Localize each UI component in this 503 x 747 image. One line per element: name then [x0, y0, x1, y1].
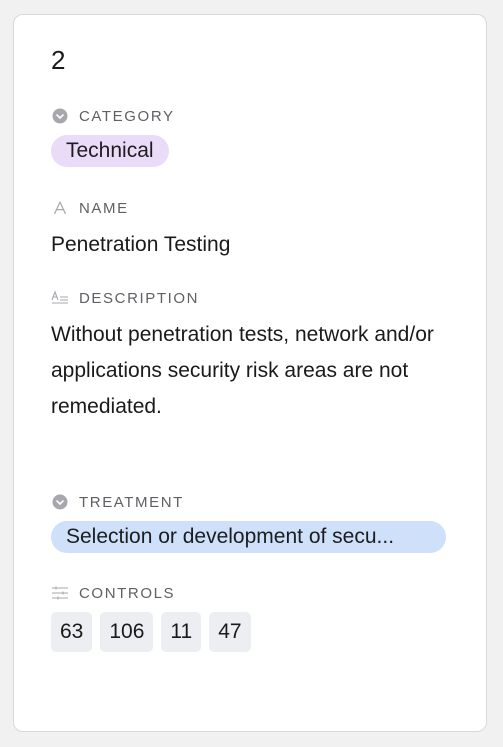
control-chip[interactable]: 106 [100, 612, 154, 652]
field-treatment: TREATMENT Selection or development of se… [51, 493, 464, 558]
treatment-pill[interactable]: Selection or development of secu... [51, 521, 446, 553]
field-label-name: NAME [79, 199, 129, 217]
field-header-category: CATEGORY [51, 107, 464, 125]
text-field-icon [51, 199, 69, 217]
field-name: NAME Penetration Testing [51, 199, 464, 263]
name-value[interactable]: Penetration Testing [51, 227, 464, 263]
description-value[interactable]: Without penetration tests, network and/o… [51, 317, 461, 425]
controls-chip-list: 63 106 11 47 [51, 612, 464, 652]
field-category: CATEGORY Technical [51, 107, 464, 167]
linked-records-icon [51, 584, 69, 602]
control-chip[interactable]: 47 [209, 612, 251, 652]
field-label-description: DESCRIPTION [79, 289, 200, 307]
control-chip[interactable]: 11 [161, 612, 202, 652]
field-description: DESCRIPTION Without penetration tests, n… [51, 289, 464, 425]
long-text-icon [51, 289, 69, 307]
field-label-controls: CONTROLS [79, 584, 176, 602]
field-controls: CONTROLS 63 106 11 47 [51, 584, 464, 652]
field-header-treatment: TREATMENT [51, 493, 464, 511]
field-label-treatment: TREATMENT [79, 493, 184, 511]
record-id: 2 [51, 45, 66, 75]
record-card[interactable]: 2 CATEGORY Technical NAME Penetration Te… [13, 14, 487, 732]
field-label-category: CATEGORY [79, 107, 175, 125]
single-select-icon [51, 493, 69, 511]
field-header-description: DESCRIPTION [51, 289, 464, 307]
field-header-name: NAME [51, 199, 464, 217]
category-pill[interactable]: Technical [51, 135, 169, 167]
field-header-controls: CONTROLS [51, 584, 464, 602]
single-select-icon [51, 107, 69, 125]
control-chip[interactable]: 63 [51, 612, 93, 652]
